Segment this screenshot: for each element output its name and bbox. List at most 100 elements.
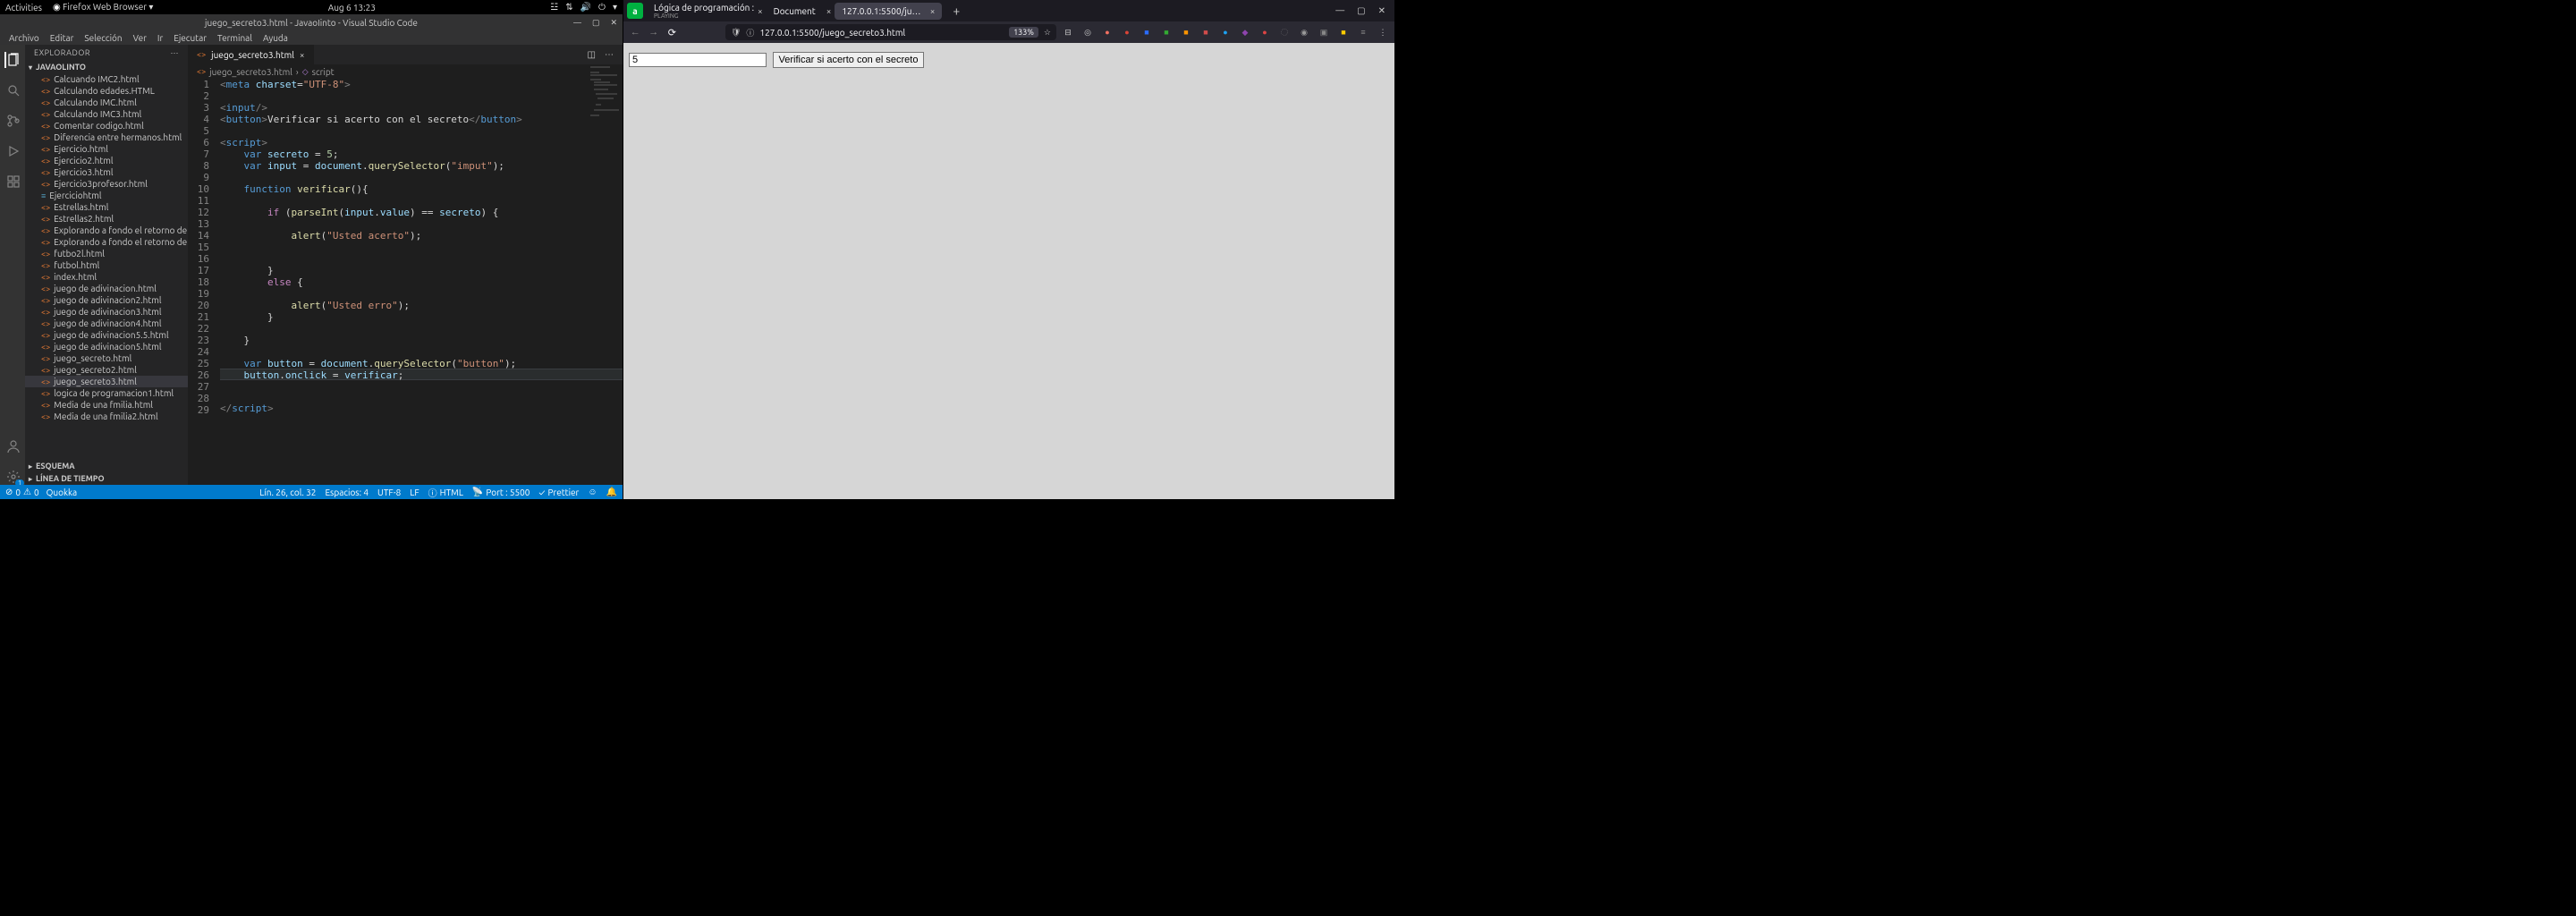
extension-icon[interactable]: ● (1101, 26, 1114, 38)
tray-chevron-down-icon[interactable]: ▾ (613, 2, 617, 13)
timeline-header[interactable]: ▸ LÍNEA DE TIEMPO (25, 472, 188, 485)
more-icon[interactable]: ⋯ (605, 49, 614, 60)
status-language[interactable]: ⓘ HTML (428, 486, 463, 499)
clock[interactable]: Aug 6 13:23 (153, 3, 550, 13)
status-indent[interactable]: Espacios: 4 (325, 488, 369, 497)
maximize-button[interactable]: ▢ (1357, 5, 1365, 16)
browser-tab[interactable]: Lógica de programación : PLAYING (647, 0, 754, 23)
file-item[interactable]: <>Estrellas2.html (25, 213, 188, 225)
file-item[interactable]: <>juego_secreto3.html (25, 376, 188, 387)
browser-tab[interactable]: Document (767, 3, 823, 20)
secret-input[interactable] (629, 53, 767, 67)
status-feedback-icon[interactable]: ☺ (588, 487, 597, 497)
file-item[interactable]: <>Ejercicio3profesor.html (25, 178, 188, 190)
extension-icon[interactable]: ● (1121, 26, 1133, 38)
extension-icon[interactable]: ■ (1199, 26, 1212, 38)
file-item[interactable]: ≡Ejerciciohtml (25, 190, 188, 201)
file-item[interactable]: <>index.html (25, 271, 188, 283)
minimize-button[interactable]: — (573, 18, 581, 28)
lock-icon[interactable]: ⓘ (746, 27, 754, 38)
source-control-icon[interactable] (4, 113, 21, 129)
extension-icon[interactable]: ⋮ (1377, 26, 1389, 38)
close-icon[interactable]: × (826, 6, 832, 16)
more-icon[interactable]: ⋯ (171, 48, 180, 58)
file-item[interactable]: <>futbol.html (25, 259, 188, 271)
status-bell-icon[interactable]: 🔔 (606, 487, 617, 497)
menu-seleccion[interactable]: Selección (79, 33, 127, 43)
file-item[interactable]: <>juego de adivinacion2.html (25, 294, 188, 306)
file-item[interactable]: <>juego de adivinacion5.5.html (25, 329, 188, 341)
file-item[interactable]: <>logica de programacion1.html (25, 387, 188, 399)
file-item[interactable]: <>Calcuando IMC2.html (25, 73, 188, 85)
close-icon[interactable]: × (930, 6, 936, 16)
close-icon[interactable]: × (300, 50, 305, 60)
account-icon[interactable] (4, 438, 21, 454)
back-button[interactable]: ← (629, 27, 642, 38)
menu-terminal[interactable]: Terminal (212, 33, 258, 43)
file-item[interactable]: <>Estrellas.html (25, 201, 188, 213)
close-button[interactable]: ✕ (1378, 5, 1385, 16)
bookmark-star-icon[interactable]: ☆ (1044, 28, 1051, 38)
verify-button[interactable]: Verificar si acerto con el secreto (773, 52, 925, 68)
extension-icon[interactable]: ■ (1160, 26, 1173, 38)
status-eol[interactable]: LF (410, 488, 419, 497)
reload-button[interactable]: ⟳ (665, 27, 679, 38)
extension-icon[interactable]: ≡ (1357, 26, 1369, 38)
file-item[interactable]: <>futbo2l.html (25, 248, 188, 259)
app-menu[interactable]: ◉ Firefox Web Browser ▾ (53, 2, 153, 13)
explorer-icon[interactable] (4, 52, 21, 68)
extension-icon[interactable]: ■ (1180, 26, 1192, 38)
file-item[interactable]: <>juego de adivinacion5.html (25, 341, 188, 352)
file-item[interactable]: <>Explorando a fondo el retorno de fun… (25, 236, 188, 248)
extension-icon[interactable]: ● (1258, 26, 1271, 38)
alura-icon[interactable]: a (627, 3, 643, 19)
editor-tab[interactable]: <> juego_secreto3.html × (188, 45, 315, 64)
extension-icon[interactable]: ■ (1140, 26, 1153, 38)
run-debug-icon[interactable] (4, 143, 21, 159)
status-encoding[interactable]: UTF-8 (377, 488, 401, 497)
file-item[interactable]: <>juego de adivinacion4.html (25, 318, 188, 329)
zoom-badge[interactable]: 133% (1009, 27, 1038, 38)
file-item[interactable]: <>Media de una fmilia2.html (25, 411, 188, 422)
menu-ver[interactable]: Ver (128, 33, 152, 43)
tray-tree-icon[interactable]: ☳ (550, 2, 558, 13)
extension-icon[interactable]: ◆ (1239, 26, 1251, 38)
close-icon[interactable]: × (758, 6, 763, 16)
file-item[interactable]: <>Ejercicio2.html (25, 155, 188, 166)
file-item[interactable]: <>juego_secreto2.html (25, 364, 188, 376)
file-item[interactable]: <>Ejercicio3.html (25, 166, 188, 178)
minimize-button[interactable]: — (1335, 5, 1344, 16)
breadcrumb[interactable]: <> juego_secreto3.html › ◇ script (188, 64, 623, 79)
new-tab-button[interactable]: + (945, 4, 967, 18)
status-errors[interactable]: ⊘ 0 ⚠ 0 (5, 487, 39, 497)
menu-ayuda[interactable]: Ayuda (258, 33, 293, 43)
extensions-icon[interactable] (4, 174, 21, 190)
tray-volume-icon[interactable]: 🔊 (580, 2, 591, 13)
menu-ir[interactable]: Ir (152, 33, 168, 43)
extension-icon[interactable]: ◌ (1278, 26, 1291, 38)
status-position[interactable]: Lín. 26, col. 32 (259, 488, 316, 497)
folder-header[interactable]: ▾ JAVAOLINTO (25, 61, 188, 73)
maximize-button[interactable]: ▢ (592, 18, 600, 28)
close-button[interactable]: ✕ (610, 18, 617, 28)
url-bar[interactable]: 🛡 ⓘ 127.0.0.1:5500/juego_secreto3.html 1… (725, 24, 1056, 40)
menu-archivo[interactable]: Archivo (4, 33, 45, 43)
menu-ejecutar[interactable]: Ejecutar (168, 33, 212, 43)
status-liveserver[interactable]: 📡 Port : 5500 (472, 487, 530, 497)
file-item[interactable]: <>Diferencia entre hermanos.html (25, 131, 188, 143)
file-item[interactable]: <>Media de una fmilia.html (25, 399, 188, 411)
status-quokka[interactable]: Quokka (47, 487, 78, 497)
file-item[interactable]: <>Ejercicio.html (25, 143, 188, 155)
file-item[interactable]: <>juego de adivinacion.html (25, 283, 188, 294)
file-item[interactable]: <>Calculando IMC.html (25, 97, 188, 108)
forward-button[interactable]: → (648, 27, 661, 38)
extension-icon[interactable]: ● (1219, 26, 1232, 38)
extension-icon[interactable]: ◉ (1298, 26, 1310, 38)
file-item[interactable]: <>Comentar codigo.html (25, 120, 188, 131)
shield-icon[interactable]: 🛡 (731, 28, 741, 38)
extension-icon[interactable]: ◎ (1081, 26, 1094, 38)
status-prettier[interactable]: Prettier (538, 488, 579, 497)
menu-editar[interactable]: Editar (45, 33, 80, 43)
extension-icon[interactable]: ▣ (1318, 26, 1330, 38)
search-icon[interactable] (4, 82, 21, 98)
